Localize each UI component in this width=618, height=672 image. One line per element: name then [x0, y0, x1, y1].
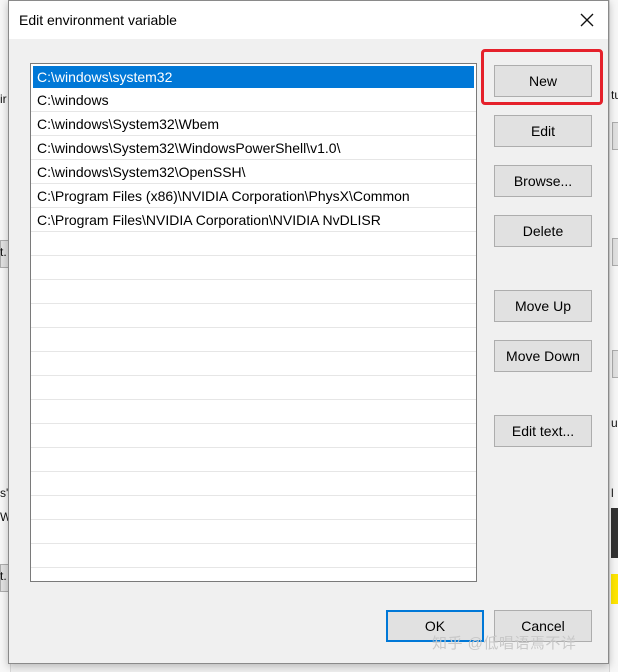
path-list-item[interactable]: C:\Program Files (x86)\NVIDIA Corporatio… — [31, 184, 476, 208]
path-list-empty-row[interactable] — [31, 424, 476, 448]
close-icon — [580, 13, 594, 27]
path-list-item[interactable]: C:\Program Files\NVIDIA Corporation\NVID… — [31, 208, 476, 232]
path-list-empty-row[interactable] — [31, 280, 476, 304]
path-list-empty-row[interactable] — [31, 472, 476, 496]
path-list-item[interactable]: C:\windows\System32\WindowsPowerShell\v1… — [31, 136, 476, 160]
background-button-fragment — [612, 238, 618, 266]
background-button-fragment — [612, 350, 618, 378]
browse-button[interactable]: Browse... — [494, 165, 592, 197]
title-bar: Edit environment variable — [9, 1, 608, 39]
path-list-empty-row[interactable] — [31, 232, 476, 256]
path-list-empty-row[interactable] — [31, 520, 476, 544]
delete-button[interactable]: Delete — [494, 215, 592, 247]
path-list-empty-row[interactable] — [31, 544, 476, 568]
path-list-item[interactable]: C:\windows\system32 — [33, 66, 474, 88]
path-list-empty-row[interactable] — [31, 328, 476, 352]
watermark: 知乎 @低唱语焉不详 — [432, 635, 577, 652]
path-list-empty-row[interactable] — [31, 256, 476, 280]
edit-text-button[interactable]: Edit text... — [494, 415, 592, 447]
move-down-button[interactable]: Move Down — [494, 340, 592, 372]
edit-environment-variable-dialog: Edit environment variable C:\windows\sys… — [8, 0, 609, 664]
path-list-item[interactable]: C:\windows — [31, 88, 476, 112]
move-up-button[interactable]: Move Up — [494, 290, 592, 322]
background-thumbnail-highlight — [611, 574, 618, 604]
path-list-empty-row[interactable] — [31, 400, 476, 424]
path-list-item[interactable]: C:\windows\System32\Wbem — [31, 112, 476, 136]
background-text-fragment: tu — [611, 88, 618, 102]
close-button[interactable] — [565, 1, 609, 39]
path-list-empty-row[interactable] — [31, 352, 476, 376]
path-list-empty-row[interactable] — [31, 304, 476, 328]
background-thumbnail — [611, 508, 618, 558]
path-list-empty-row[interactable] — [31, 496, 476, 520]
path-list-empty-row[interactable] — [31, 376, 476, 400]
background-text-fragment: l — [611, 486, 614, 500]
background-text-fragment: u — [611, 416, 618, 430]
background-button-fragment — [612, 122, 618, 150]
dialog-title: Edit environment variable — [19, 12, 177, 28]
edit-button[interactable]: Edit — [494, 115, 592, 147]
path-list[interactable]: C:\windows\system32 C:\windows C:\windows\… — [30, 63, 477, 582]
new-button[interactable]: New — [494, 65, 592, 97]
path-list-empty-row[interactable] — [31, 448, 476, 472]
path-list-item[interactable]: C:\windows\System32\OpenSSH\ — [31, 160, 476, 184]
